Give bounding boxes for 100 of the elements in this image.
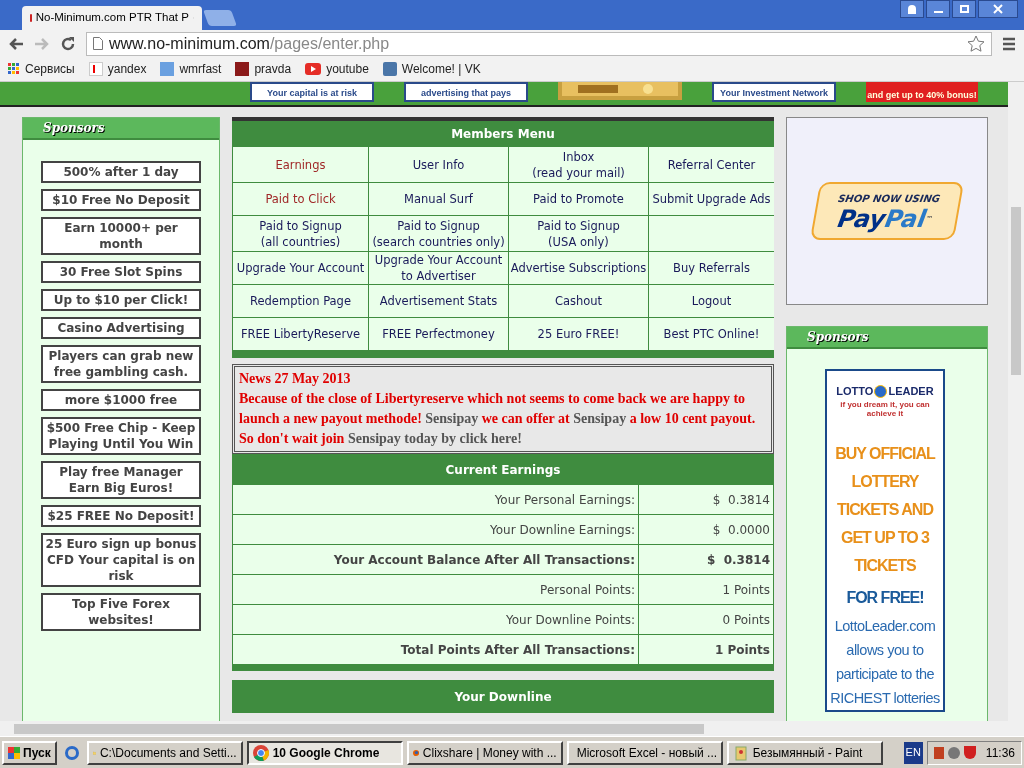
earnings-value: 1 Points bbox=[639, 635, 773, 664]
address-bar[interactable]: www.no-minimum.com/pages/enter.php bbox=[86, 31, 992, 56]
banner-ad[interactable]: Your Investment Network bbox=[712, 82, 836, 102]
network-icon[interactable] bbox=[947, 746, 960, 759]
menu-link[interactable]: Advertise Subscriptions bbox=[509, 252, 648, 284]
play-icon bbox=[305, 63, 322, 75]
menu-link[interactable]: Paid to Signup (USA only) bbox=[509, 216, 648, 251]
back-icon[interactable] bbox=[8, 36, 24, 51]
url-text: www.no-minimum.com/pages/enter.php bbox=[109, 33, 390, 54]
bookmark-icon bbox=[382, 62, 397, 76]
sponsor-link[interactable]: 30 Free Slot Spins bbox=[41, 261, 201, 283]
menu-link[interactable]: Paid to Signup (all countries) bbox=[233, 216, 368, 251]
earnings-label: Your Personal Earnings: bbox=[233, 485, 638, 514]
sponsor-link[interactable]: Top Five Forex websites! bbox=[41, 593, 201, 631]
browser-tab[interactable]: No-Minimum.com PTR That P bbox=[22, 6, 202, 30]
menu-link[interactable]: FREE Perfectmoney bbox=[369, 318, 508, 350]
restore-button[interactable] bbox=[952, 0, 976, 18]
ad-body: LottoLeader.com allows you to participate to the RICHEST lotteries bbox=[829, 616, 941, 708]
menu-link[interactable]: FREE LibertyReserve bbox=[233, 318, 368, 350]
ad-offer: FOR FREE! bbox=[846, 587, 924, 608]
paint-icon bbox=[732, 744, 749, 761]
earnings-value: $ 0.3814 bbox=[639, 485, 773, 514]
menu-link[interactable]: Logout bbox=[649, 285, 774, 317]
taskbar-button[interactable]: Microsoft Excel - новый ... bbox=[566, 740, 723, 765]
sponsor-link[interactable]: more $1000 free bbox=[41, 389, 201, 411]
menu-icon[interactable] bbox=[1002, 36, 1016, 51]
language-indicator[interactable]: EN bbox=[903, 741, 923, 764]
earnings-title: Current Earnings bbox=[445, 461, 561, 479]
banner-ad[interactable]: and get up to 40% bonus! bbox=[866, 82, 978, 102]
menu-link[interactable]: Buy Referrals bbox=[649, 252, 774, 284]
bookmark[interactable]: Welcome! | VK bbox=[382, 60, 481, 78]
windows-logo-icon bbox=[8, 746, 20, 759]
new-tab-button[interactable] bbox=[203, 10, 237, 26]
earnings-value: $ 0.3814 bbox=[639, 545, 773, 574]
close-window-button[interactable] bbox=[978, 0, 1018, 18]
sensipay-link[interactable]: Sensipay bbox=[425, 411, 479, 426]
banner-ad[interactable]: Your capital is at risk bbox=[250, 82, 374, 102]
lottoleader-logo: LOTTO LEADER bbox=[836, 383, 934, 400]
taskbar-button[interactable]: Clixshare | Money with ... bbox=[406, 740, 563, 765]
menu-link[interactable]: Redemption Page bbox=[233, 285, 368, 317]
sensipay-link[interactable]: Sensipay bbox=[573, 411, 627, 426]
start-button[interactable]: Пуск bbox=[2, 740, 57, 765]
banner-ad[interactable]: advertising that pays bbox=[404, 82, 528, 102]
sponsors-title: Sponsors bbox=[807, 329, 869, 346]
news-text: Because of the close of Libertyreserve which not seems to come back we are happy to launch a new payout methode! Sensipay we can offer at Sensipay a low 10 cent payout. So don't wait join Sensipay today by click here! bbox=[239, 390, 757, 448]
earnings-label: Your Downline Points: bbox=[233, 605, 638, 634]
ad-tagline: if you dream it, you can achieve it bbox=[839, 399, 931, 418]
news-heading: News 27 May 2013 bbox=[239, 370, 352, 388]
menu-link[interactable]: Submit Upgrade Ads bbox=[649, 183, 774, 215]
sponsor-link[interactable]: $10 Free No Deposit bbox=[41, 189, 201, 211]
earnings-value: 0 Points bbox=[639, 605, 773, 634]
menu-link[interactable]: Upgrade Your Account to Advertiser bbox=[369, 252, 508, 284]
sponsor-link[interactable]: Play free Manager Earn Big Euros! bbox=[41, 461, 201, 499]
shield-icon[interactable] bbox=[963, 746, 976, 759]
sponsor-link[interactable]: Earn 10000+ per month bbox=[41, 217, 201, 255]
menu-link[interactable]: User Info bbox=[369, 147, 508, 182]
bookmark-icon bbox=[160, 62, 175, 76]
star-icon[interactable] bbox=[967, 34, 985, 53]
menu-link[interactable]: Inbox (read your mail) bbox=[509, 147, 648, 182]
vertical-scrollbar[interactable] bbox=[1008, 82, 1024, 736]
bookmark[interactable]: yandex bbox=[88, 60, 147, 78]
earnings-label: Total Points After All Transactions: bbox=[233, 635, 638, 664]
bookmark-icon bbox=[235, 62, 250, 76]
bookmark[interactable]: wmrfast bbox=[160, 60, 222, 78]
volume-icon[interactable] bbox=[933, 746, 944, 759]
menu-link[interactable]: Manual Surf bbox=[369, 183, 508, 215]
horizontal-scrollbar[interactable] bbox=[0, 721, 1008, 736]
sponsor-link[interactable]: 25 Euro sign up bonus CFD Your capital is on risk bbox=[41, 533, 201, 587]
sponsor-link[interactable]: Up to $10 per Click! bbox=[41, 289, 201, 311]
menu-link[interactable]: 25 Euro FREE! bbox=[509, 318, 648, 350]
bookmark[interactable]: Сервисы bbox=[8, 60, 75, 78]
tab-title: No-Minimum.com PTR That P bbox=[35, 10, 189, 26]
lottery-ad[interactable]: LOTTO LEADER if you dream it, you can achieve it BUY OFFICIAL LOTTERY TICKETS AND GET UP TO 3 TICKETS FOR FREE! LottoLeader.com allows you to participate to the RICHEST lotteries bbox=[825, 369, 945, 712]
sponsor-link[interactable]: Casino Advertising bbox=[41, 317, 201, 339]
menu-link[interactable]: Paid to Click bbox=[233, 183, 368, 215]
menu-link[interactable]: Upgrade Your Account bbox=[233, 252, 368, 284]
sponsor-link[interactable]: 500% after 1 day bbox=[41, 161, 201, 183]
bookmark[interactable]: youtube bbox=[305, 60, 369, 78]
menu-link[interactable]: Advertisement Stats bbox=[369, 285, 508, 317]
menu-link[interactable]: Referral Center bbox=[649, 147, 774, 182]
sponsor-link[interactable]: $500 Free Chip - Keep Playing Until You Win bbox=[41, 417, 201, 455]
menu-link[interactable]: Earnings bbox=[233, 147, 368, 182]
reload-icon[interactable] bbox=[60, 35, 76, 52]
menu-link[interactable]: Paid to Promote bbox=[509, 183, 648, 215]
menu-link[interactable]: Paid to Signup (search countries only) bbox=[369, 216, 508, 251]
menu-link[interactable]: Cashout bbox=[509, 285, 648, 317]
bookmark-icon bbox=[88, 62, 103, 76]
user-button[interactable] bbox=[900, 0, 924, 18]
sensipay-link[interactable]: Sensipay today by click here! bbox=[347, 431, 522, 446]
minimize-button[interactable] bbox=[926, 0, 950, 18]
menu-link[interactable]: Best PTC Online! bbox=[649, 318, 774, 350]
taskbar-button[interactable]: 10 Google Chrome bbox=[246, 740, 403, 765]
taskbar-button[interactable]: C:\Documents and Setti... bbox=[86, 740, 243, 765]
bookmark[interactable]: pravda bbox=[235, 60, 292, 78]
downline-title: Your Downline bbox=[454, 688, 552, 706]
chrome-icon bbox=[252, 744, 269, 761]
sponsor-link[interactable]: Players can grab new free gambling cash. bbox=[41, 345, 201, 383]
taskbar-button[interactable]: Безымянный - Paint bbox=[726, 740, 883, 765]
sponsor-link[interactable]: $25 FREE No Deposit! bbox=[41, 505, 201, 527]
paypal-caption: SHOP NOW USING bbox=[837, 191, 942, 206]
